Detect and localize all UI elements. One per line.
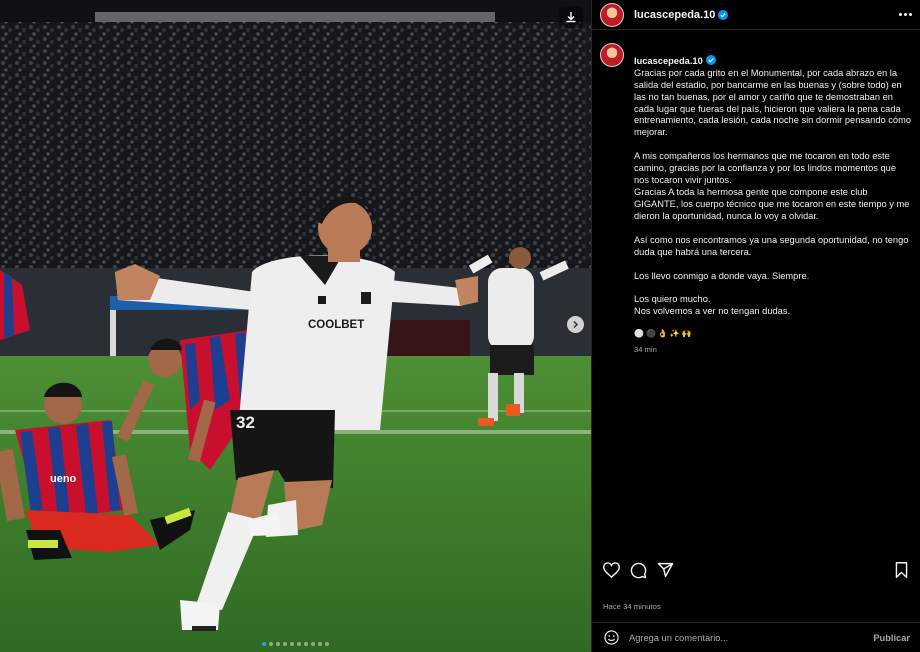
carousel-dot: [311, 642, 315, 646]
caption-paragraph: Los llevo conmigo a donde vaya. Siempre.: [634, 270, 810, 281]
carousel-next-button[interactable]: [567, 316, 584, 333]
comment-button[interactable]: [628, 560, 648, 580]
carousel-dot: [325, 642, 329, 646]
caption-paragraph: A mis compañeros los hermanos que me toc…: [634, 151, 910, 221]
download-button[interactable]: [559, 6, 583, 28]
shirt-number-text: 32: [236, 413, 255, 432]
posted-time: Hace 34 minutos: [603, 602, 661, 611]
carousel-dot: [304, 642, 308, 646]
share-button[interactable]: [655, 560, 675, 580]
carousel-indicator: [0, 642, 591, 646]
rival-sponsor-text: ueno: [50, 473, 77, 485]
carousel-dot: [269, 642, 273, 646]
verified-badge-icon: [718, 9, 729, 20]
emoji-button[interactable]: [602, 629, 620, 647]
celebration-photo: ueno COOLBET 32: [0, 0, 591, 652]
header-username[interactable]: lucascepeda.10: [634, 9, 715, 21]
caption-block: lucascepeda.10 Gracias por cada grito en…: [592, 30, 920, 356]
bookmark-icon: [895, 562, 907, 578]
smiley-icon: [603, 630, 619, 645]
carousel-dot: [297, 642, 301, 646]
carousel-dot: [318, 642, 322, 646]
comment-bar: Agrega un comentario... Publicar: [592, 622, 920, 652]
shirt-sponsor-text: COOLBET: [308, 319, 364, 331]
instagram-post-view: ueno COOLBET 32 lucascepeda.10 lucascepe…: [0, 0, 920, 652]
caption-time[interactable]: 34 min: [634, 344, 911, 356]
caption-paragraph: Los quiero mucho. Nos volvemos a ver no …: [634, 294, 791, 317]
caption-text: lucascepeda.10 Gracias por cada grito en…: [634, 43, 911, 356]
carousel-dot: [262, 642, 266, 646]
caption-avatar[interactable]: [600, 43, 624, 67]
carousel-dot: [283, 642, 287, 646]
comment-icon: [630, 562, 646, 578]
like-button[interactable]: [601, 560, 621, 580]
chevron-right-icon: [573, 320, 579, 329]
carousel-dot: [276, 642, 280, 646]
save-button[interactable]: [891, 560, 911, 580]
post-photo[interactable]: ueno COOLBET 32: [0, 0, 591, 652]
verified-badge-icon: [705, 54, 716, 65]
caption-username[interactable]: lucascepeda.10: [634, 56, 703, 66]
post-header: lucascepeda.10: [592, 0, 920, 30]
more-options-icon[interactable]: [899, 13, 912, 16]
post-sidebar: lucascepeda.10 lucascepeda.10 Gracias po…: [591, 0, 920, 652]
download-icon: [566, 12, 576, 23]
carousel-dot: [290, 642, 294, 646]
share-icon: [657, 562, 673, 578]
caption-paragraph: Así como nos encontramos ya una segunda …: [634, 234, 909, 257]
caption-emojis: ⚪⚫👌✨🙌: [634, 329, 694, 339]
avatar[interactable]: [600, 2, 624, 27]
heart-icon: [602, 562, 620, 578]
action-bar: [592, 558, 920, 582]
caption-paragraph: Gracias por cada grito en el Monumental,…: [634, 67, 912, 138]
comment-input[interactable]: Agrega un comentario...: [629, 633, 873, 643]
publish-button[interactable]: Publicar: [873, 633, 910, 643]
